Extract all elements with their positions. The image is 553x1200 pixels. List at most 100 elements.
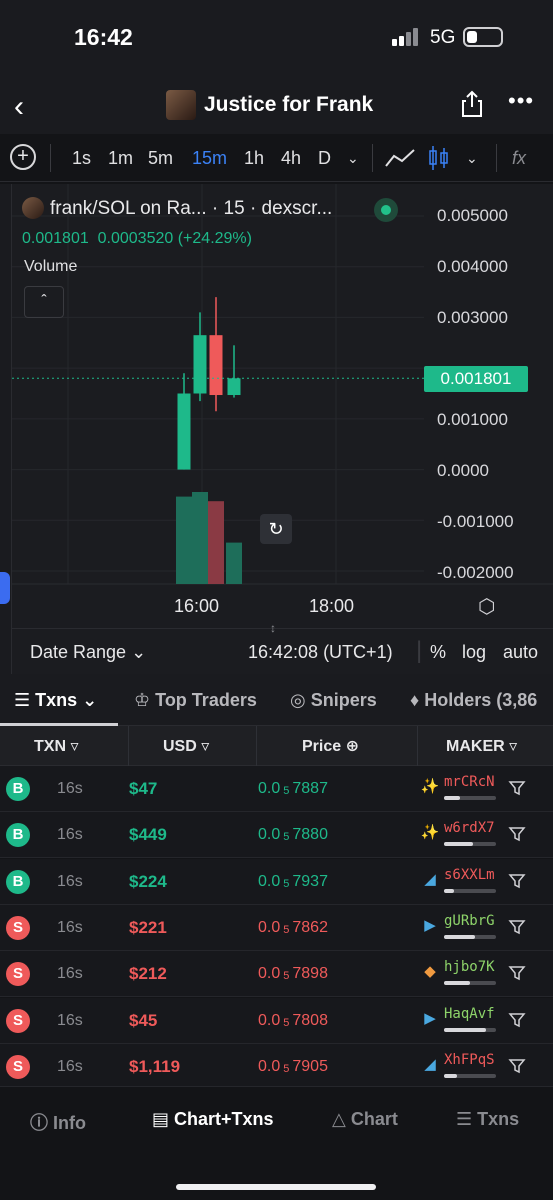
trophy-icon: ♔ [134, 690, 151, 710]
table-row[interactable]: S 16s $221 0.0 5 7862 ▶ gURbrG [0, 904, 553, 951]
resize-handle-icon[interactable]: ↕ [270, 621, 276, 635]
more-icon[interactable]: ••• [508, 88, 534, 114]
date-range-row: Date Range ⌄ 16:42:08 (UTC+1) | % log au… [12, 621, 553, 674]
price-chart[interactable]: frank/SOL on Ra... · 15 · dexscr... 0.00… [12, 184, 553, 628]
table-row[interactable]: B 16s $47 0.0 5 7887 ✨ mrCRcN [0, 766, 553, 812]
nav-chart-txns[interactable]: ▤ Chart+Txns [152, 1109, 274, 1130]
filter-icon[interactable] [508, 872, 526, 890]
table-row[interactable]: B 16s $449 0.0 5 7880 ✨ w6rdX7 [0, 812, 553, 859]
interval-1s[interactable]: 1s [72, 148, 91, 169]
txn-type-badge: B [6, 869, 30, 894]
chart-legend-values: 0.001801 0.0003520 (+24.29%) [22, 230, 252, 248]
maker-address[interactable]: gURbrG [444, 913, 495, 929]
chart-settings-icon[interactable]: ⬡ [478, 594, 495, 619]
auto-toggle[interactable]: auto [503, 642, 538, 663]
candle-body [227, 378, 241, 396]
candles-icon[interactable] [428, 144, 450, 172]
interval-4h[interactable]: 4h [281, 148, 301, 169]
candle-body [193, 335, 207, 394]
filter-icon[interactable]: ▿ [201, 738, 209, 755]
side-tab-handle[interactable] [0, 572, 10, 604]
chevron-down-icon[interactable]: ⌄ [466, 150, 478, 167]
nav-txns[interactable]: ☰ Txns [456, 1109, 519, 1130]
collapse-legend-button[interactable]: ˆ [24, 286, 64, 318]
price-digits: 7862 [292, 918, 328, 936]
date-range-button[interactable]: Date Range ⌄ [30, 642, 146, 663]
filter-icon[interactable] [508, 964, 526, 982]
add-indicator-button[interactable]: + [10, 144, 36, 170]
price-prefix: 0.0 [258, 918, 281, 936]
reset-chart-button[interactable]: ↻ [260, 514, 292, 544]
table-row[interactable]: S 16s $212 0.0 5 7898 ◆ hjbo7K [0, 951, 553, 998]
table-row[interactable]: S 16s $1,119 0.0 5 7905 ◢ XhFPqS [0, 1043, 553, 1090]
filter-icon[interactable]: ▿ [70, 738, 78, 755]
price-zero-count: 5 [283, 923, 290, 936]
price-digits: 7880 [292, 826, 328, 844]
filter-icon[interactable] [508, 825, 526, 843]
maker-address[interactable]: HaqAvf [444, 1006, 495, 1022]
filter-icon[interactable] [508, 1057, 526, 1075]
interval-5m[interactable]: 5m [148, 148, 173, 169]
maker-balance-bar [444, 981, 496, 986]
y-tick-label: -0.002000 [437, 563, 514, 582]
y-tick-label: -0.001000 [437, 512, 514, 531]
percent-toggle[interactable]: % [430, 642, 446, 663]
tab-txns[interactable]: ☰ Txns ⌄ [14, 690, 97, 711]
chart-legend-title: frank/SOL on Ra... · 15 · dexscr... [50, 198, 333, 219]
filter-icon[interactable] [508, 918, 526, 936]
token-avatar [166, 90, 196, 120]
col-maker[interactable]: MAKER ▿ [446, 736, 517, 756]
filter-icon[interactable] [508, 1011, 526, 1029]
chart-clock[interactable]: 16:42:08 (UTC+1) [248, 642, 393, 663]
col-usd[interactable]: USD ▿ [163, 736, 209, 756]
txn-usd: $221 [129, 917, 167, 937]
tab-top-traders[interactable]: ♔ Top Traders [134, 690, 257, 711]
line-chart-icon[interactable] [384, 148, 416, 168]
interval-1m[interactable]: 1m [108, 148, 133, 169]
table-row[interactable]: B 16s $224 0.0 5 7937 ◢ s6XXLm [0, 858, 553, 905]
filter-icon[interactable]: ▿ [509, 738, 517, 755]
chart-canvas[interactable] [12, 184, 553, 628]
col-txn[interactable]: TXN ▿ [34, 736, 78, 756]
maker-address[interactable]: XhFPqS [444, 1052, 495, 1068]
back-icon[interactable]: ‹ [14, 90, 24, 124]
maker-address[interactable]: s6XXLm [444, 867, 495, 883]
interval-15m[interactable]: 15m [192, 148, 227, 169]
y-tick-label: 0.003000 [437, 308, 508, 327]
maker-address[interactable]: mrCRcN [444, 774, 495, 790]
txn-price: 0.0 5 7905 [258, 1058, 328, 1076]
txn-type-badge: S [6, 1054, 30, 1079]
nav-chart[interactable]: △ Chart [332, 1109, 398, 1130]
share-icon[interactable] [460, 90, 484, 118]
txn-age: 16s [57, 1057, 83, 1075]
txn-age: 16s [57, 1011, 83, 1029]
table-row[interactable]: S 16s $45 0.0 5 7808 ▶ HaqAvf [0, 997, 553, 1044]
nav-bar: ‹ Justice for Frank ••• [0, 78, 553, 134]
price-digits: 7937 [292, 872, 328, 890]
maker-balance-bar [444, 1073, 496, 1078]
interval-1h[interactable]: 1h [244, 148, 264, 169]
chevron-down-icon[interactable]: ⌄ [347, 150, 359, 167]
interval-d[interactable]: D [318, 148, 331, 169]
y-tick-label: 0.005000 [437, 206, 508, 225]
candle-body [209, 335, 223, 396]
toggle-icon[interactable]: ⊕ [346, 738, 359, 755]
fish-icon: ◆ [424, 963, 436, 981]
maker-balance-bar [444, 888, 496, 893]
log-toggle[interactable]: log [462, 642, 486, 663]
tab-holders[interactable]: ♦ Holders (3,86 [410, 690, 537, 711]
shrimp-icon: ▶ [424, 916, 436, 934]
tab-snipers[interactable]: ◎ Snipers [290, 690, 377, 711]
nav-info[interactable]: ⓘ Info [30, 1109, 86, 1135]
diamond-icon: ♦ [410, 690, 420, 710]
txn-type-badge: S [6, 1008, 30, 1033]
maker-address[interactable]: hjbo7K [444, 959, 495, 975]
candle-body [177, 393, 191, 470]
price-prefix: 0.0 [258, 1011, 281, 1029]
maker-address[interactable]: w6rdX7 [444, 820, 495, 836]
col-maker-label: MAKER [446, 738, 505, 755]
filter-icon[interactable] [508, 779, 526, 797]
y-tick-label: 0.004000 [437, 257, 508, 276]
col-price[interactable]: Price ⊕ [302, 736, 359, 756]
formula-icon[interactable]: fx [512, 148, 526, 169]
